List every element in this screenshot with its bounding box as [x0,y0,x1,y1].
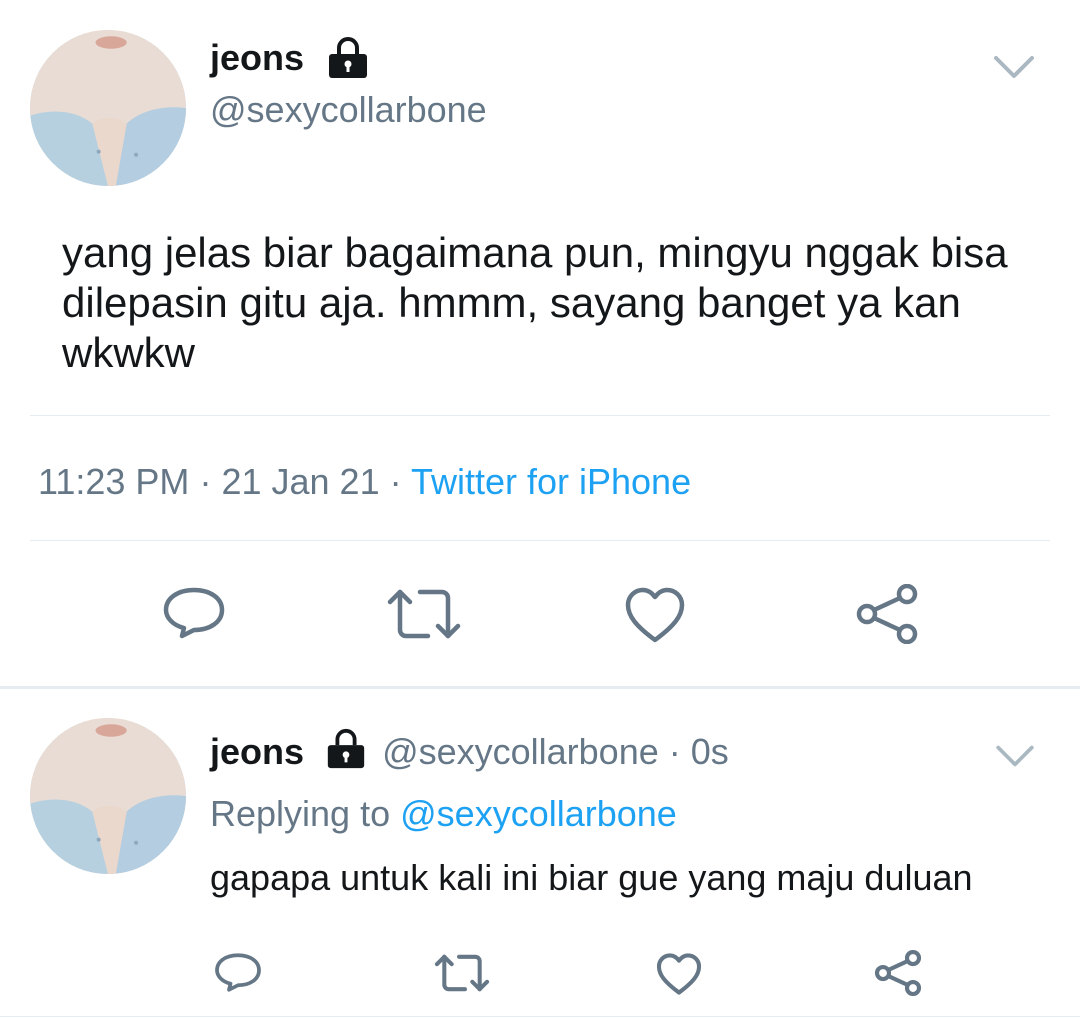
divider [30,540,1050,541]
share-icon[interactable] [874,950,922,996]
divider [0,1016,1080,1017]
retweet-icon[interactable] [386,586,462,642]
tweet-text: gapapa untuk kali ini biar gue yang maju… [210,857,973,898]
tweet-time: 0s [690,731,729,772]
separator: · [668,731,681,772]
avatar-image [30,718,186,874]
tweet-time: 11:23 PM [38,461,190,502]
lock-icon [324,726,368,770]
tweet-meta: 11:23 PM · 21 Jan 21 · Twitter for iPhon… [38,460,691,504]
like-icon[interactable] [624,586,686,644]
reply-icon[interactable] [214,952,262,996]
like-icon[interactable] [656,952,702,996]
replying-label: Replying to [210,793,391,834]
avatar-image [30,30,186,186]
handle[interactable]: @sexycollarbone [210,88,487,132]
lock-icon [325,34,371,80]
chevron-down-icon[interactable] [994,742,1036,770]
separator: · [389,461,402,502]
avatar[interactable] [30,30,186,186]
tweet-source-link[interactable]: Twitter for iPhone [411,461,691,502]
retweet-icon[interactable] [434,952,490,994]
handle[interactable]: @sexycollarbone [382,731,659,772]
tweet-date: 21 Jan 21 [221,461,380,502]
divider [30,415,1050,416]
section-divider [0,686,1080,689]
chevron-down-icon[interactable] [992,52,1036,82]
tweet-text: yang jelas biar bagaimana pun, mingyu ng… [62,229,1008,376]
replying-to: Replying to @sexycollarbone [210,792,677,836]
display-name[interactable]: jeons [210,36,304,80]
display-name[interactable]: jeons [210,731,304,772]
separator: · [199,461,212,502]
reply-icon[interactable] [162,586,226,644]
reply-header: jeons @sexycollarbone · 0s [210,726,729,774]
share-icon[interactable] [855,584,919,644]
replying-handle-link[interactable]: @sexycollarbone [400,793,677,834]
avatar[interactable] [30,718,186,874]
